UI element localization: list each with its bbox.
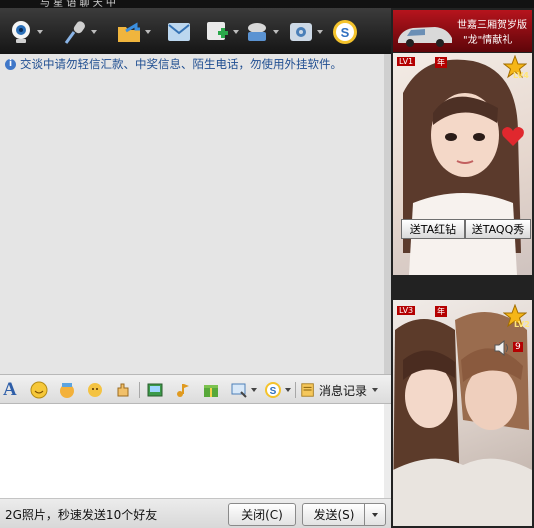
format-toolbar: A S 消息记录 [0, 374, 391, 404]
chevron-down-icon[interactable] [251, 388, 257, 392]
chevron-down-icon[interactable] [372, 388, 379, 392]
soso-icon: S [333, 20, 357, 44]
star-level: LV4 [513, 71, 529, 80]
chat-toolbar: S [0, 8, 391, 54]
title-bar: 与 星 语 聊 天 中 [0, 0, 534, 8]
photo-ad-link[interactable]: 2G照片，秒速发送10个好友 [5, 506, 157, 523]
app-settings-button[interactable] [288, 17, 323, 47]
security-notice: i 交谈中请勿轻信汇款、中奖信息、陌生电话，勿使用外挂软件。 [5, 56, 342, 72]
heart-icon [502, 127, 524, 146]
send-button[interactable]: 发送(S) [302, 503, 366, 526]
level-badge: LV1 [397, 57, 416, 66]
volume-icon[interactable] [493, 340, 511, 356]
chat-history[interactable]: i 交谈中请勿轻信汇款、中奖信息、陌生电话，勿使用外挂软件。 [0, 54, 384, 374]
svg-text:S: S [341, 25, 350, 40]
panel-splitter[interactable] [384, 54, 391, 374]
toolbar-divider [139, 382, 140, 398]
message-history-label: 消息记录 [319, 383, 368, 398]
gift-button[interactable] [202, 380, 220, 400]
emoticon-button[interactable] [30, 380, 48, 400]
video-call-button[interactable] [8, 17, 43, 47]
smiley-icon [30, 381, 48, 399]
app-settings-icon [290, 23, 312, 41]
video-call-icon [12, 21, 30, 43]
info-icon: i [5, 58, 16, 70]
security-notice-text: 交谈中请勿轻信汇款、中奖信息、陌生电话，勿使用外挂软件。 [20, 57, 342, 71]
svg-text:S: S [270, 386, 277, 397]
qq-show-photo-1[interactable]: LV1 年 LV4 送TA红钻 送TAQQ秀 [393, 53, 532, 275]
music-icon [177, 384, 189, 397]
create-group-icon [207, 22, 228, 40]
send-qqshow-button[interactable]: 送TAQQ秀 [465, 219, 531, 239]
create-group-button[interactable] [204, 17, 239, 47]
remote-assist-icon [248, 23, 266, 41]
history-icon [301, 383, 314, 397]
shake-button[interactable] [86, 380, 104, 400]
bottom-bar: 2G照片，秒速发送10个好友 关闭(C) 发送(S) [0, 498, 391, 528]
voice-call-button[interactable] [62, 17, 97, 47]
portrait-image [403, 59, 521, 275]
soso-search-button[interactable]: S [264, 380, 291, 400]
car-image [398, 27, 452, 47]
year-badge: 年 [435, 306, 447, 317]
volume-count-badge: 9 [513, 342, 523, 352]
chevron-down-icon[interactable] [285, 388, 291, 392]
chevron-down-icon [372, 512, 378, 517]
couple-portrait-image [393, 312, 532, 526]
chevron-down-icon[interactable] [91, 30, 97, 34]
font-icon: A [3, 379, 17, 400]
year-badge: 年 [435, 57, 447, 68]
image-icon [147, 383, 163, 397]
font-button[interactable]: A [3, 380, 17, 400]
send-file-icon [118, 22, 140, 42]
hand-icon [117, 383, 129, 397]
send-image-button[interactable] [146, 380, 164, 400]
message-history-button[interactable]: 消息记录 [300, 380, 379, 400]
voice-call-icon [64, 21, 85, 44]
sms-button[interactable] [166, 17, 192, 47]
hand-write-button[interactable] [114, 380, 132, 400]
chevron-down-icon[interactable] [317, 30, 323, 34]
soso-icon: S [265, 382, 281, 398]
close-button[interactable]: 关闭(C) [228, 503, 296, 526]
screen-capture-icon [231, 383, 247, 398]
qq-show-photo-2[interactable]: LV3 年 LV2 9 [393, 300, 532, 526]
chevron-down-icon[interactable] [37, 30, 43, 34]
shake-face-icon [88, 383, 102, 397]
input-splitter[interactable] [384, 404, 391, 498]
chevron-down-icon[interactable] [233, 30, 239, 34]
remote-assist-button[interactable] [244, 17, 279, 47]
music-button[interactable] [174, 380, 192, 400]
window-title: 与 星 语 聊 天 中 [40, 0, 116, 8]
car-ad-banner[interactable]: 世嘉三厢贺岁版 "龙"情献礼 [393, 10, 532, 52]
screenshot-button[interactable] [230, 380, 257, 400]
star-level: LV2 [514, 320, 530, 329]
soso-button[interactable]: S [332, 17, 358, 47]
chevron-down-icon[interactable] [145, 30, 151, 34]
send-file-button[interactable] [116, 17, 151, 47]
sms-icon [168, 23, 190, 41]
level-badge: LV3 [397, 306, 416, 315]
gift-icon [204, 385, 218, 397]
magic-expression-button[interactable] [58, 380, 76, 400]
chevron-down-icon[interactable] [273, 30, 279, 34]
send-options-button[interactable] [364, 503, 386, 526]
toolbar-divider [295, 382, 296, 398]
magic-face-icon [60, 383, 74, 398]
message-input[interactable] [0, 404, 384, 498]
ad-subtitle: "龙"情献礼 [463, 35, 513, 46]
send-red-diamond-button[interactable]: 送TA红钻 [401, 219, 465, 239]
ad-title: 世嘉三厢贺岁版 [457, 20, 527, 31]
